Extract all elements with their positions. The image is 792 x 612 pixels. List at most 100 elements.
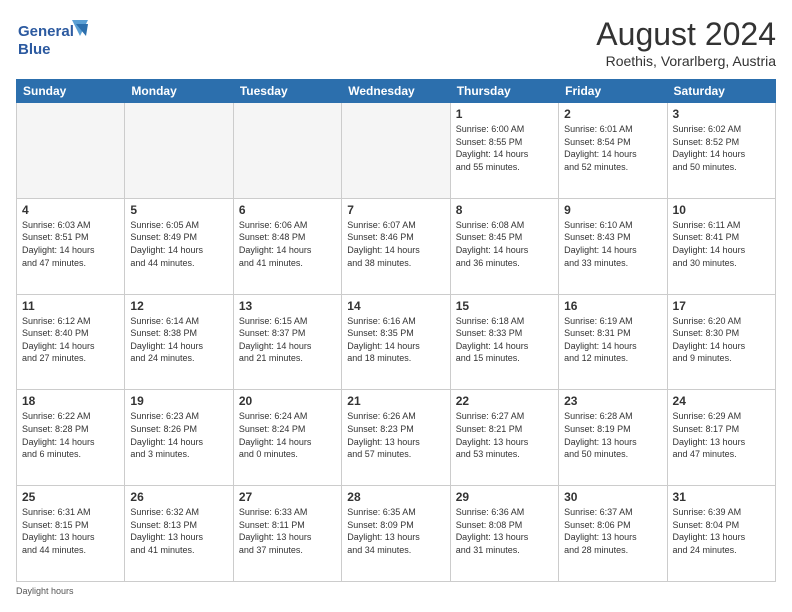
day-info: Sunrise: 6:26 AM Sunset: 8:23 PM Dayligh…: [347, 410, 444, 460]
day-info: Sunrise: 6:31 AM Sunset: 8:15 PM Dayligh…: [22, 506, 119, 556]
day-number: 10: [673, 203, 770, 217]
day-number: 15: [456, 299, 553, 313]
day-info: Sunrise: 6:28 AM Sunset: 8:19 PM Dayligh…: [564, 410, 661, 460]
day-info: Sunrise: 6:03 AM Sunset: 8:51 PM Dayligh…: [22, 219, 119, 269]
week-row-2: 4 Sunrise: 6:03 AM Sunset: 8:51 PM Daylig…: [17, 198, 776, 294]
col-header-tuesday: Tuesday: [233, 80, 341, 103]
week-row-4: 18 Sunrise: 6:22 AM Sunset: 8:28 PM Dayli…: [17, 390, 776, 486]
day-cell: 29 Sunrise: 6:36 AM Sunset: 8:08 PM Dayli…: [450, 486, 558, 582]
day-number: 29: [456, 490, 553, 504]
day-info: Sunrise: 6:01 AM Sunset: 8:54 PM Dayligh…: [564, 123, 661, 173]
day-cell: 11 Sunrise: 6:12 AM Sunset: 8:40 PM Dayli…: [17, 294, 125, 390]
week-row-3: 11 Sunrise: 6:12 AM Sunset: 8:40 PM Dayli…: [17, 294, 776, 390]
day-cell: 9 Sunrise: 6:10 AM Sunset: 8:43 PM Daylig…: [559, 198, 667, 294]
location-subtitle: Roethis, Vorarlberg, Austria: [596, 53, 776, 69]
day-info: Sunrise: 6:32 AM Sunset: 8:13 PM Dayligh…: [130, 506, 227, 556]
day-number: 2: [564, 107, 661, 121]
title-block: August 2024 Roethis, Vorarlberg, Austria: [596, 16, 776, 69]
day-cell: 24 Sunrise: 6:29 AM Sunset: 8:17 PM Dayli…: [667, 390, 775, 486]
day-number: 24: [673, 394, 770, 408]
day-cell: 6Sunrise: 6:06 AM Sunset: 8:48 PM Daylig…: [233, 198, 341, 294]
week-row-1: 1Sunrise: 6:00 AM Sunset: 8:55 PM Daylig…: [17, 103, 776, 199]
day-cell: 16Sunrise: 6:19 AM Sunset: 8:31 PM Dayli…: [559, 294, 667, 390]
day-cell: 2 Sunrise: 6:01 AM Sunset: 8:54 PM Daylig…: [559, 103, 667, 199]
day-number: 3: [673, 107, 770, 121]
day-cell: 27 Sunrise: 6:33 AM Sunset: 8:11 PM Dayli…: [233, 486, 341, 582]
header-row: SundayMondayTuesdayWednesdayThursdayFrid…: [17, 80, 776, 103]
day-number: 7: [347, 203, 444, 217]
day-number: 21: [347, 394, 444, 408]
calendar-table: SundayMondayTuesdayWednesdayThursdayFrid…: [16, 79, 776, 582]
day-cell: [233, 103, 341, 199]
day-cell: 13 Sunrise: 6:15 AM Sunset: 8:37 PM Dayli…: [233, 294, 341, 390]
day-info: Sunrise: 6:35 AM Sunset: 8:09 PM Dayligh…: [347, 506, 444, 556]
day-cell: 15Sunrise: 6:18 AM Sunset: 8:33 PM Dayli…: [450, 294, 558, 390]
logo: General Blue: [16, 16, 96, 64]
day-number: 27: [239, 490, 336, 504]
day-info: Sunrise: 6:29 AM Sunset: 8:17 PM Dayligh…: [673, 410, 770, 460]
day-number: 13: [239, 299, 336, 313]
day-number: 12: [130, 299, 227, 313]
day-number: 14: [347, 299, 444, 313]
day-info: Sunrise: 6:23 AM Sunset: 8:26 PM Dayligh…: [130, 410, 227, 460]
day-info: Sunrise: 6:08 AM Sunset: 8:45 PM Dayligh…: [456, 219, 553, 269]
day-number: 9: [564, 203, 661, 217]
day-info: Sunrise: 6:15 AM Sunset: 8:37 PM Dayligh…: [239, 315, 336, 365]
header: General Blue August 2024 Roethis, Vorarl…: [16, 16, 776, 69]
day-number: 1: [456, 107, 553, 121]
day-number: 25: [22, 490, 119, 504]
day-number: 26: [130, 490, 227, 504]
col-header-saturday: Saturday: [667, 80, 775, 103]
day-cell: 22Sunrise: 6:27 AM Sunset: 8:21 PM Dayli…: [450, 390, 558, 486]
day-info: Sunrise: 6:06 AM Sunset: 8:48 PM Dayligh…: [239, 219, 336, 269]
day-info: Sunrise: 6:24 AM Sunset: 8:24 PM Dayligh…: [239, 410, 336, 460]
day-info: Sunrise: 6:36 AM Sunset: 8:08 PM Dayligh…: [456, 506, 553, 556]
svg-text:Blue: Blue: [18, 41, 51, 58]
day-cell: 18 Sunrise: 6:22 AM Sunset: 8:28 PM Dayli…: [17, 390, 125, 486]
day-info: Sunrise: 6:02 AM Sunset: 8:52 PM Dayligh…: [673, 123, 770, 173]
day-info: Sunrise: 6:10 AM Sunset: 8:43 PM Dayligh…: [564, 219, 661, 269]
day-cell: 17 Sunrise: 6:20 AM Sunset: 8:30 PM Dayli…: [667, 294, 775, 390]
col-header-thursday: Thursday: [450, 80, 558, 103]
day-cell: [17, 103, 125, 199]
day-info: Sunrise: 6:22 AM Sunset: 8:28 PM Dayligh…: [22, 410, 119, 460]
day-cell: 7Sunrise: 6:07 AM Sunset: 8:46 PM Daylig…: [342, 198, 450, 294]
day-number: 30: [564, 490, 661, 504]
month-title: August 2024: [596, 16, 776, 53]
day-cell: 30Sunrise: 6:37 AM Sunset: 8:06 PM Dayli…: [559, 486, 667, 582]
day-info: Sunrise: 6:12 AM Sunset: 8:40 PM Dayligh…: [22, 315, 119, 365]
day-number: 20: [239, 394, 336, 408]
page: General Blue August 2024 Roethis, Vorarl…: [0, 0, 792, 612]
day-cell: 31 Sunrise: 6:39 AM Sunset: 8:04 PM Dayli…: [667, 486, 775, 582]
day-number: 11: [22, 299, 119, 313]
col-header-friday: Friday: [559, 80, 667, 103]
day-number: 31: [673, 490, 770, 504]
day-number: 18: [22, 394, 119, 408]
day-cell: 12 Sunrise: 6:14 AM Sunset: 8:38 PM Dayli…: [125, 294, 233, 390]
day-info: Sunrise: 6:33 AM Sunset: 8:11 PM Dayligh…: [239, 506, 336, 556]
day-cell: 28 Sunrise: 6:35 AM Sunset: 8:09 PM Dayli…: [342, 486, 450, 582]
day-cell: 25 Sunrise: 6:31 AM Sunset: 8:15 PM Dayli…: [17, 486, 125, 582]
day-cell: 4 Sunrise: 6:03 AM Sunset: 8:51 PM Daylig…: [17, 198, 125, 294]
day-number: 8: [456, 203, 553, 217]
day-cell: 14 Sunrise: 6:16 AM Sunset: 8:35 PM Dayli…: [342, 294, 450, 390]
day-cell: 23Sunrise: 6:28 AM Sunset: 8:19 PM Dayli…: [559, 390, 667, 486]
day-info: Sunrise: 6:14 AM Sunset: 8:38 PM Dayligh…: [130, 315, 227, 365]
day-number: 17: [673, 299, 770, 313]
day-info: Sunrise: 6:19 AM Sunset: 8:31 PM Dayligh…: [564, 315, 661, 365]
day-cell: [342, 103, 450, 199]
day-cell: 8 Sunrise: 6:08 AM Sunset: 8:45 PM Daylig…: [450, 198, 558, 294]
day-cell: 10Sunrise: 6:11 AM Sunset: 8:41 PM Dayli…: [667, 198, 775, 294]
day-number: 4: [22, 203, 119, 217]
day-number: 28: [347, 490, 444, 504]
day-info: Sunrise: 6:20 AM Sunset: 8:30 PM Dayligh…: [673, 315, 770, 365]
day-cell: 21 Sunrise: 6:26 AM Sunset: 8:23 PM Dayli…: [342, 390, 450, 486]
day-info: Sunrise: 6:27 AM Sunset: 8:21 PM Dayligh…: [456, 410, 553, 460]
day-info: Sunrise: 6:16 AM Sunset: 8:35 PM Dayligh…: [347, 315, 444, 365]
svg-text:General: General: [18, 23, 74, 40]
day-number: 5: [130, 203, 227, 217]
logo-svg: General Blue: [16, 16, 96, 64]
day-info: Sunrise: 6:05 AM Sunset: 8:49 PM Dayligh…: [130, 219, 227, 269]
day-number: 19: [130, 394, 227, 408]
day-info: Sunrise: 6:39 AM Sunset: 8:04 PM Dayligh…: [673, 506, 770, 556]
